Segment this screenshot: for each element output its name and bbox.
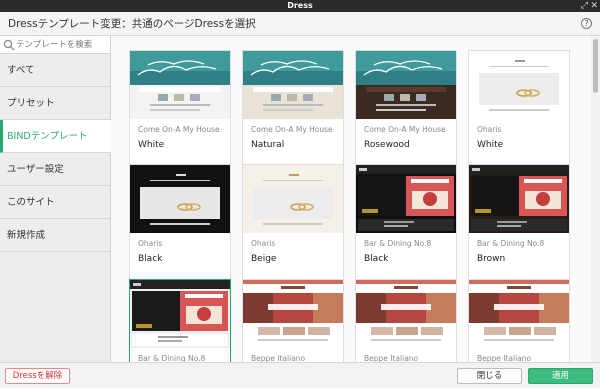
template-name: Oharis [251,239,276,248]
expand-icon[interactable]: ⤢ [581,0,588,12]
help-icon[interactable]: ? [581,18,592,29]
template-thumbnail [469,51,569,119]
template-card[interactable]: Oharis Black [129,164,231,281]
template-name: Beppe Italiano [251,354,306,362]
template-thumbnail [130,165,230,233]
template-name: Bar & Dining No.8 [138,354,206,362]
template-card[interactable]: Bar & Dining No.8 Brown [468,164,570,281]
remove-dress-button[interactable]: Dressを解除 [5,368,70,384]
template-variant: Black [364,254,389,264]
template-name: Beppe Italiano [477,354,532,362]
template-card[interactable]: Come On-A My House Rosewood [355,50,457,167]
scrollbar[interactable] [591,36,600,362]
template-name: Come On-A My House [138,125,220,134]
template-name: Come On-A My House [251,125,333,134]
template-variant: Natural [251,140,285,150]
sidebar: すべてプリセットBINDテンプレートユーザー設定このサイト新規作成 [0,36,111,362]
template-name: Oharis [477,125,502,134]
template-thumbnail [356,51,456,119]
window-titlebar: Dress ⤢ ✕ [0,0,600,12]
template-name: Come On-A My House [364,125,446,134]
window-title: Dress [287,1,313,10]
search-input[interactable] [16,38,108,52]
template-card[interactable]: Beppe Italiano [355,279,457,362]
template-name: Bar & Dining No.8 [477,239,545,248]
search-box [0,36,110,54]
template-card[interactable]: Beppe Italiano [242,279,344,362]
template-variant: Beige [251,254,277,264]
sidebar-item[interactable]: 新規作成 [0,219,110,252]
sidebar-item[interactable]: このサイト [0,186,110,219]
template-variant: Rosewood [364,140,410,150]
template-thumbnail [356,280,456,348]
template-thumbnail [243,280,343,348]
template-thumbnail [243,51,343,119]
template-variant: Black [138,254,163,264]
search-icon [3,39,15,51]
dialog-footer: Dressを解除 閉じる 適用 [0,362,600,388]
template-thumbnail [243,165,343,233]
template-card[interactable]: Oharis White [468,50,570,167]
template-variant: White [138,140,165,150]
template-thumbnail [130,280,230,348]
template-name: Beppe Italiano [364,354,419,362]
sidebar-item[interactable]: すべて [0,54,110,87]
close-button[interactable]: 閉じる [457,368,522,384]
template-name: Bar & Dining No.8 [364,239,432,248]
template-variant: Brown [477,254,506,264]
template-variant: White [477,140,504,150]
template-thumbnail [130,51,230,119]
apply-button[interactable]: 適用 [528,368,593,384]
template-thumbnail [469,280,569,348]
close-icon[interactable]: ✕ [590,0,598,12]
sidebar-item[interactable]: BINDテンプレート [0,120,111,153]
template-card[interactable]: Beppe Italiano [468,279,570,362]
template-card[interactable]: Come On-A My House Natural [242,50,344,167]
template-card[interactable]: Bar & Dining No.8 Black [355,164,457,281]
dialog-header: Dressテンプレート変更：共通のページDressを選択 ? [0,12,600,36]
template-thumbnail [469,165,569,233]
template-card[interactable]: Bar & Dining No.8 [129,279,231,362]
template-grid: Come On-A My House White Come On-A My Hous… [111,36,591,362]
template-card[interactable]: Come On-A My House White [129,50,231,167]
scrollbar-thumb[interactable] [593,39,598,93]
template-card[interactable]: Oharis Beige [242,164,344,281]
sidebar-item[interactable]: プリセット [0,87,110,120]
template-thumbnail [356,165,456,233]
template-name: Oharis [138,239,163,248]
dialog-title: Dressテンプレート変更：共通のページDressを選択 [8,18,256,30]
sidebar-item[interactable]: ユーザー設定 [0,153,110,186]
